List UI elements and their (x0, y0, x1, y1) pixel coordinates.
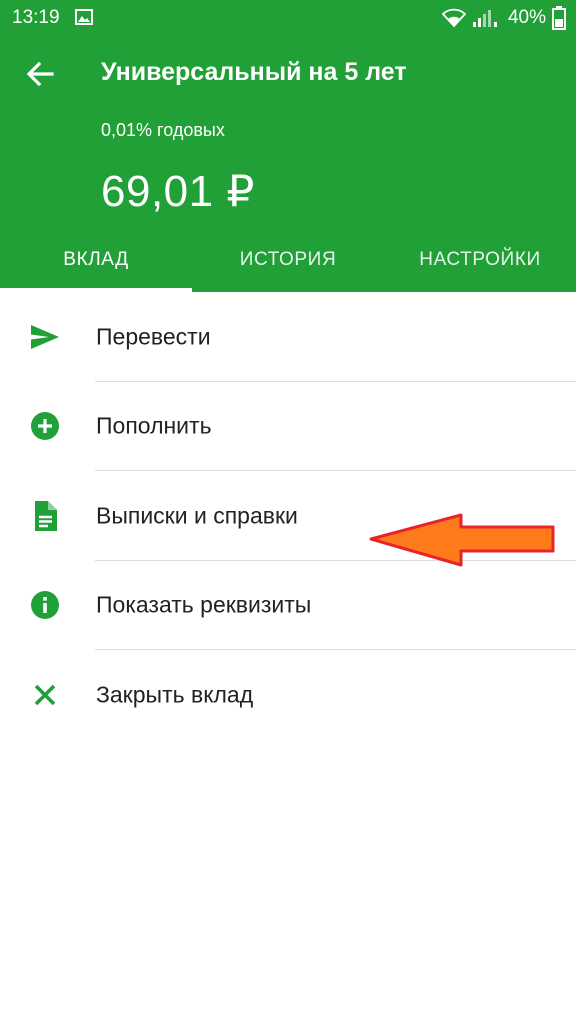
menu-item-transfer[interactable]: Перевести (0, 292, 576, 382)
tab-label: ИСТОРИЯ (239, 249, 337, 270)
interest-rate: 0,01% годовых (101, 120, 225, 140)
send-icon (28, 320, 62, 354)
menu-item-top-up[interactable]: Пополнить (0, 382, 576, 471)
plus-circle-icon (28, 409, 62, 443)
tab-label: ВКЛАД (63, 249, 129, 270)
menu-item-label: Закрыть вклад (96, 681, 254, 708)
menu-item-label: Выписки и справки (96, 502, 298, 529)
battery-percentage: 40% (507, 7, 546, 28)
back-button[interactable] (22, 56, 58, 92)
status-time: 13:19 (12, 7, 60, 28)
wifi-icon (441, 8, 466, 28)
status-icons: 40% (441, 6, 566, 30)
info-icon (28, 588, 62, 622)
battery-icon (552, 6, 566, 30)
menu-item-label: Пополнить (96, 412, 212, 439)
arrow-left-icon (26, 62, 54, 86)
tab-deposit[interactable]: ВКЛАД (0, 228, 192, 292)
menu-item-close-deposit[interactable]: Закрыть вклад (0, 650, 576, 740)
balance-amount: 69,01 ₽ (101, 167, 255, 216)
tab-history[interactable]: ИСТОРИЯ (192, 228, 384, 292)
menu-item-show-details[interactable]: Показать реквизиты (0, 561, 576, 650)
status-bar: 13:19 40% (0, 0, 576, 36)
close-icon (28, 678, 62, 712)
menu-item-label: Перевести (96, 323, 211, 350)
page-title: Универсальный на 5 лет (101, 58, 407, 86)
tab-label: НАСТРОЙКИ (419, 249, 541, 270)
tab-bar: ВКЛАД ИСТОРИЯ НАСТРОЙКИ (0, 228, 576, 292)
orange-arrow-annotation (369, 513, 555, 567)
document-icon (28, 499, 62, 533)
menu-item-label: Показать реквизиты (96, 591, 312, 618)
signal-icon (472, 10, 497, 27)
gallery-icon (75, 9, 93, 25)
tab-settings[interactable]: НАСТРОЙКИ (384, 228, 576, 292)
header: 13:19 40% Универсальный на 5 лет 0,01% г… (0, 0, 576, 292)
